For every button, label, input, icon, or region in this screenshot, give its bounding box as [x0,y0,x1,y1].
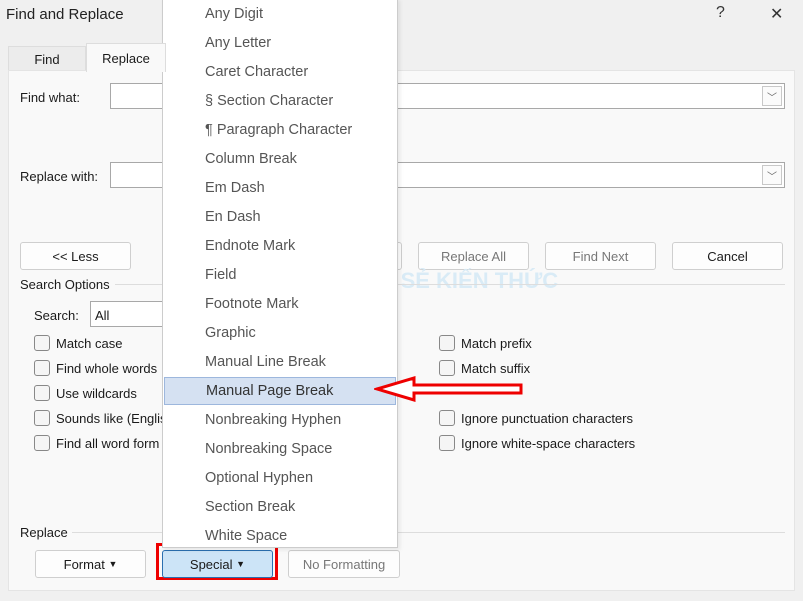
menu-item[interactable]: Any Letter [164,29,396,57]
checkbox[interactable] [34,435,50,451]
find-next-button[interactable]: Find Next [545,242,656,270]
checkbox[interactable] [439,410,455,426]
checkbox[interactable] [34,385,50,401]
tab-find[interactable]: Find [8,46,86,72]
checkbox[interactable] [34,360,50,376]
special-label: Special [189,556,233,572]
menu-item[interactable]: Em Dash [164,174,396,202]
checkbox-label: Match case [56,335,123,351]
menu-item[interactable]: Section Break [164,493,396,521]
search-options-title: Search Options [20,277,110,292]
caret-down-icon: ▼ [236,559,246,569]
checkbox-option[interactable]: Ignore punctuation characters [439,410,633,426]
checkbox-label: Find whole words [56,360,158,376]
menu-item[interactable]: Field [164,261,396,289]
replace-group-title: Replace [20,525,68,540]
menu-item[interactable]: Endnote Mark [164,232,396,260]
checkbox-label: Find all word form [56,435,160,451]
checkbox-option[interactable]: Match prefix [439,335,532,351]
find-what-label: Find what: [20,90,80,105]
checkbox-option[interactable]: Match suffix [439,360,530,376]
checkbox-label: Match suffix [461,360,531,376]
replace-with-label: Replace with: [20,169,99,184]
caret-down-icon: ▼ [108,559,118,569]
checkbox-label: Ignore punctuation characters [461,410,633,426]
checkbox-option[interactable]: Use wildcards [34,385,137,401]
format-button[interactable]: Format ▼ [35,550,146,578]
checkbox[interactable] [34,410,50,426]
menu-item[interactable]: Nonbreaking Hyphen [164,406,396,434]
help-button[interactable]: ? [716,4,725,22]
checkbox-option[interactable]: Match case [34,335,122,351]
chevron-down-icon[interactable]: ﹀ [762,165,782,185]
special-button[interactable]: Special ▼ [162,550,273,578]
checkbox[interactable] [439,360,455,376]
menu-item[interactable]: Graphic [164,319,396,347]
menu-item[interactable]: Any Digit [164,0,396,28]
chevron-down-icon[interactable]: ﹀ [762,86,782,106]
search-direction-value: All [95,308,110,323]
format-label: Format [63,556,105,572]
menu-item[interactable]: ¶ Paragraph Character [164,116,396,144]
menu-item[interactable]: Column Break [164,145,396,173]
checkbox-option[interactable]: Find all word form [34,435,159,451]
checkbox-option[interactable]: Find whole words [34,360,157,376]
checkbox[interactable] [34,335,50,351]
special-menu: Any Digit Any Letter Caret Character § Sect… [162,0,398,548]
checkbox[interactable] [439,335,455,351]
menu-item[interactable]: Manual Line Break [164,348,396,376]
checkbox-option[interactable]: Sounds like (Englis [34,410,167,426]
menu-item[interactable]: § Section Character [164,87,396,115]
menu-item[interactable]: Footnote Mark [164,290,396,318]
tab-replace[interactable]: Replace [86,43,166,72]
less-button[interactable]: << Less [20,242,131,270]
checkbox-label: Sounds like (Englis [56,410,167,426]
search-label: Search: [34,308,79,323]
checkbox-label: Use wildcards [56,385,137,401]
cancel-button[interactable]: Cancel [672,242,783,270]
checkbox-label: Match prefix [461,335,532,351]
menu-item[interactable]: Caret Character [164,58,396,86]
replace-panel [8,70,795,591]
checkbox[interactable] [439,435,455,451]
no-formatting-button[interactable]: No Formatting [288,550,400,578]
menu-item[interactable]: Optional Hyphen [164,464,396,492]
checkbox-label: Ignore white-space characters [461,435,636,451]
close-button[interactable]: ✕ [770,4,783,24]
menu-item[interactable]: Manual Page Break [164,377,396,405]
menu-item[interactable]: Nonbreaking Space [164,435,396,463]
annotation-arrow-icon [374,376,523,402]
menu-item[interactable]: En Dash [164,203,396,231]
menu-item[interactable]: White Space [164,522,396,550]
window-title: Find and Replace [6,6,124,23]
checkbox-option[interactable]: Ignore white-space characters [439,435,635,451]
